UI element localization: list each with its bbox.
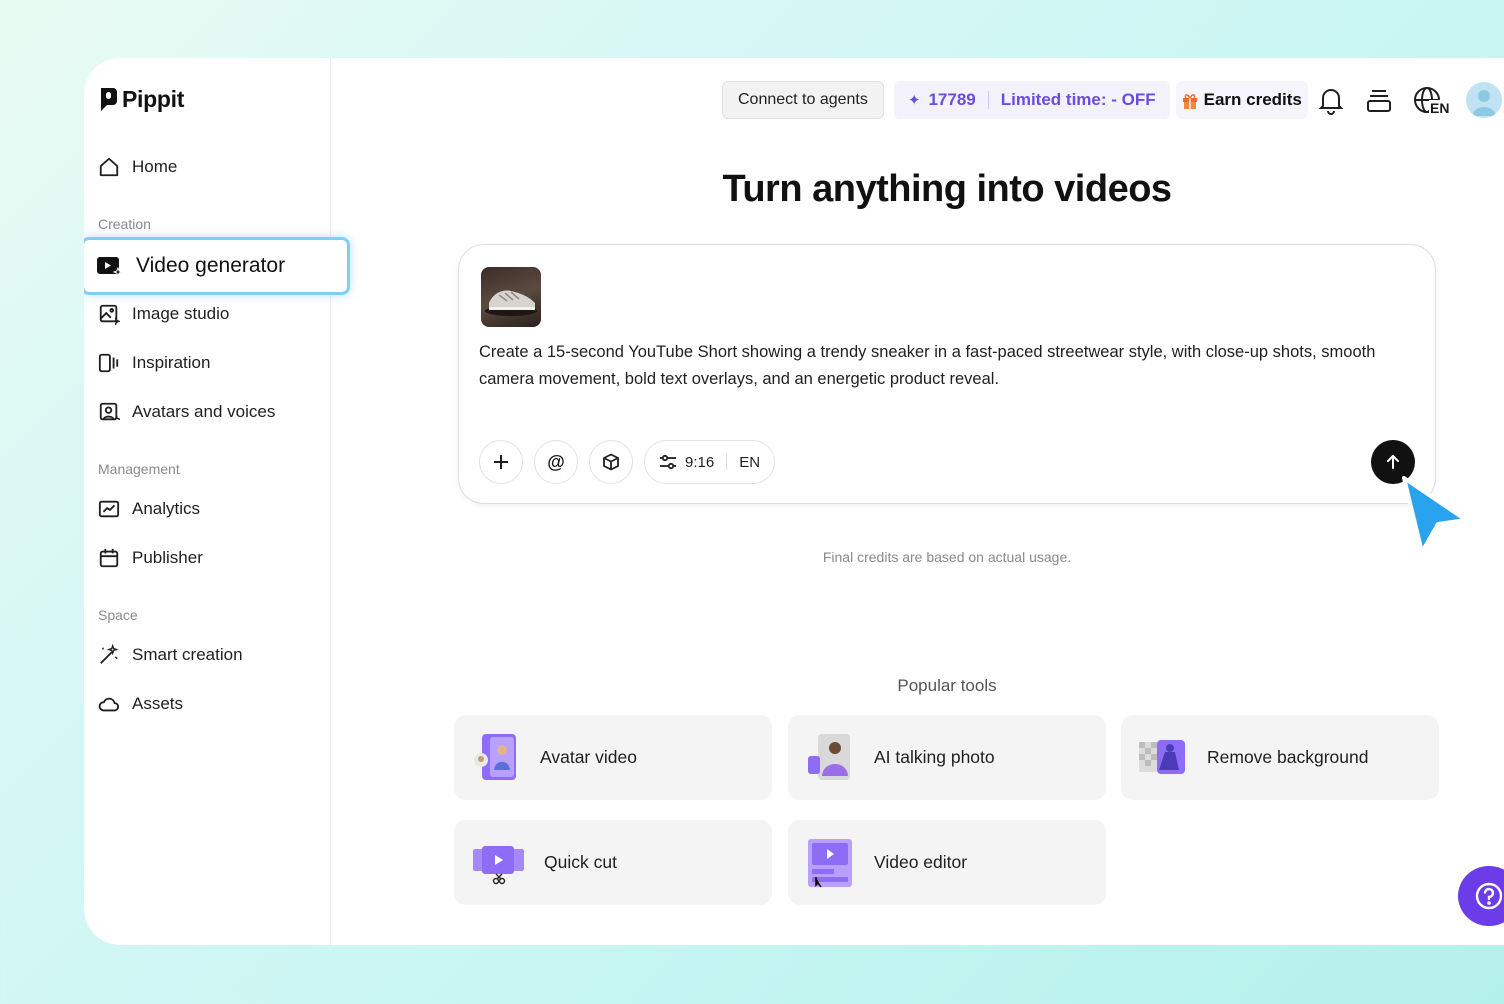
connect-agents-button[interactable]: Connect to agents <box>722 81 884 119</box>
sidebar-item-video-generator[interactable]: Video generator <box>84 237 350 295</box>
prompt-toolbar: @ 9:16 EN <box>479 440 776 484</box>
divider <box>726 454 728 470</box>
sidebar-item-label: Publisher <box>132 548 203 567</box>
sneaker-thumbnail[interactable] <box>481 267 541 327</box>
sidebar-item-label: Assets <box>132 694 184 713</box>
video-settings-button[interactable]: 9:16 EN <box>644 440 776 484</box>
sparkle-icon: ✦ <box>907 92 921 109</box>
avatar[interactable] <box>1466 82 1502 118</box>
topbar: Connect to agents ✦ 17789 Limited time: … <box>722 81 1308 119</box>
video-generator-icon <box>97 257 124 278</box>
sidebar-item-home[interactable]: Home <box>98 154 177 180</box>
video-editor-icon <box>808 838 852 887</box>
tool-label: Quick cut <box>544 852 617 872</box>
avatar-video-icon <box>474 733 516 780</box>
sidebar-item-label: Inspiration <box>132 353 211 372</box>
plus-icon <box>494 455 508 469</box>
sneaker-image <box>485 290 537 316</box>
sidebar-item-label: Smart creation <box>132 645 243 664</box>
app-window: Pippit Home Creation Video generator Ima… <box>84 58 1504 945</box>
model-button[interactable] <box>589 440 633 484</box>
avatar-icon <box>99 402 120 421</box>
sidebar-item-assets[interactable]: Assets <box>98 691 183 717</box>
quick-cut-icon <box>473 845 524 884</box>
tool-label: Remove background <box>1207 747 1369 767</box>
earn-credits-button[interactable]: Earn credits <box>1175 81 1308 119</box>
add-button[interactable] <box>479 440 523 484</box>
section-label-management: Management <box>98 461 180 477</box>
remove-background-icon <box>1139 739 1185 774</box>
tool-label: AI talking photo <box>874 747 995 767</box>
output-language: EN <box>739 453 761 471</box>
sidebar-item-label: Analytics <box>132 499 201 518</box>
prompt-card: Create a 15-second YouTube Short showing… <box>458 244 1436 504</box>
section-label-space: Space <box>98 607 138 623</box>
analytics-icon <box>98 500 120 518</box>
tool-video-editor[interactable]: Video editor <box>788 820 1106 905</box>
arrow-up-icon <box>1387 455 1399 469</box>
pointer-cursor-icon <box>1402 476 1468 554</box>
logo-text: Pippit <box>122 86 185 112</box>
sidebar-item-smart-creation[interactable]: Smart creation <box>98 642 243 668</box>
tool-avatar-video[interactable]: Avatar video <box>454 715 772 800</box>
logo[interactable]: Pippit <box>98 86 184 113</box>
magic-wand-icon <box>100 644 119 664</box>
tool-remove-background[interactable]: Remove background <box>1121 715 1439 800</box>
promo-text: Limited time: - OFF <box>1000 90 1156 109</box>
sidebar: Pippit Home Creation Video generator Ima… <box>84 58 350 945</box>
sidebar-item-publisher[interactable]: Publisher <box>98 545 203 571</box>
tool-quick-cut[interactable]: Quick cut <box>454 820 772 905</box>
cube-icon <box>603 453 619 471</box>
sidebar-item-label: Video generator <box>136 254 286 277</box>
sidebar-item-label: Image studio <box>132 304 230 323</box>
language-selector[interactable]: EN <box>1413 86 1451 118</box>
prompt-input[interactable]: Create a 15-second YouTube Short showing… <box>479 339 1399 393</box>
sliders-icon <box>660 454 676 470</box>
credits-pill[interactable]: ✦ 17789 Limited time: - OFF <box>893 81 1170 119</box>
tool-label: Video editor <box>874 852 968 872</box>
talking-photo-icon <box>808 733 850 780</box>
cloud-icon <box>98 697 120 712</box>
home-icon <box>99 157 119 177</box>
divider <box>987 91 989 109</box>
aspect-ratio: 9:16 <box>685 453 715 471</box>
section-label-creation: Creation <box>98 216 151 232</box>
pippit-logo-icon <box>101 87 117 111</box>
sidebar-item-label: Home <box>132 157 178 176</box>
mention-button[interactable]: @ <box>534 440 578 484</box>
image-studio-icon <box>99 304 120 325</box>
sidebar-item-label: Avatars and voices <box>132 402 276 421</box>
sidebar-item-inspiration[interactable]: Inspiration <box>98 350 210 376</box>
bell-icon[interactable] <box>1318 85 1344 115</box>
credits-count: 17789 <box>928 90 976 109</box>
sidebar-item-avatars-voices[interactable]: Avatars and voices <box>98 399 275 425</box>
sidebar-item-analytics[interactable]: Analytics <box>98 496 200 522</box>
calendar-icon <box>99 548 119 568</box>
sidebar-item-image-studio[interactable]: Image studio <box>98 301 229 327</box>
popular-tools-heading: Popular tools <box>897 676 997 695</box>
user-icon <box>1472 90 1496 116</box>
earn-credits-label: Earn credits <box>1203 90 1302 109</box>
credits-note: Final credits are based on actual usage. <box>822 549 1072 565</box>
question-icon <box>1475 882 1503 910</box>
language-code: EN <box>1429 100 1451 116</box>
inspiration-icon <box>98 353 119 373</box>
gift-icon <box>1182 93 1197 109</box>
page-title: Turn anything into videos <box>722 168 1172 210</box>
layers-icon[interactable] <box>1366 89 1392 113</box>
tool-label: Avatar video <box>540 747 637 767</box>
tool-ai-talking-photo[interactable]: AI talking photo <box>788 715 1106 800</box>
at-icon: @ <box>547 451 565 472</box>
